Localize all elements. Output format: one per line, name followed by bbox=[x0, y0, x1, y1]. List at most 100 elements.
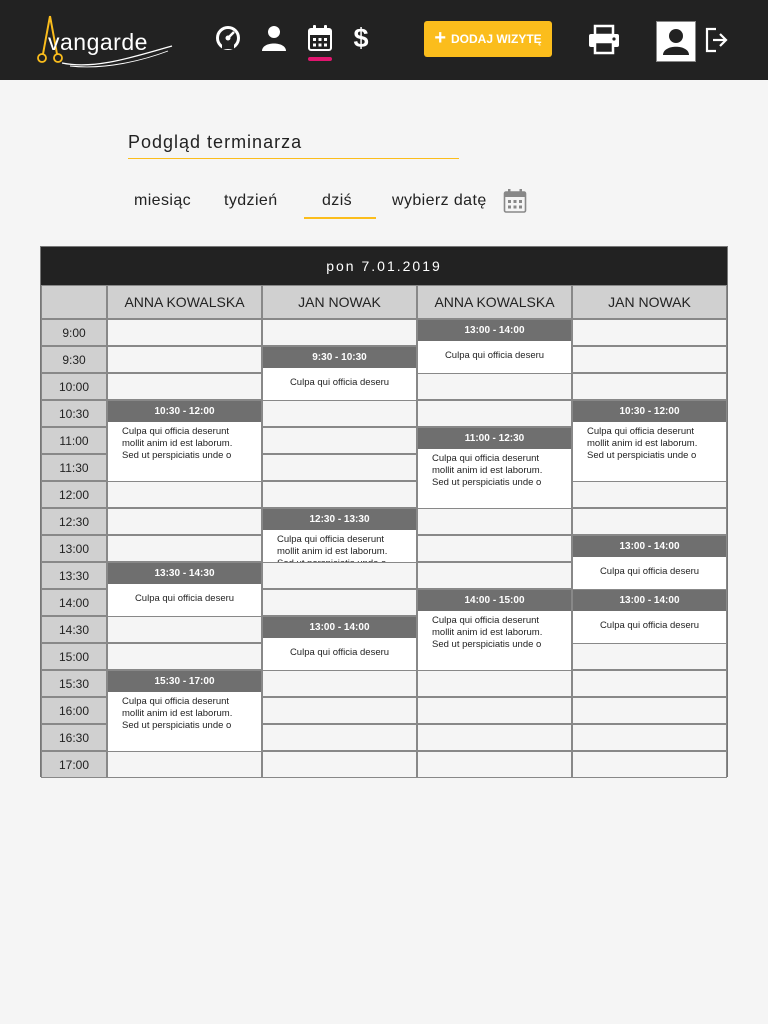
print-button[interactable] bbox=[587, 24, 621, 56]
time-slot[interactable] bbox=[572, 697, 727, 724]
time-slot[interactable] bbox=[262, 562, 417, 589]
appointment-description: Culpa qui officia deseru bbox=[108, 584, 261, 605]
appointment-description-line: mollit anim id est laborum. bbox=[432, 465, 543, 476]
time-slot[interactable] bbox=[107, 346, 262, 373]
appointment-description: Culpa qui officia deserunt mollit anim id… bbox=[108, 692, 261, 732]
appointment-description-line: mollit anim id est laborum. bbox=[277, 546, 388, 557]
appointment-description-line: mollit anim id est laborum. bbox=[122, 438, 233, 449]
printer-icon bbox=[589, 24, 619, 55]
time-label: 12:30 bbox=[41, 508, 107, 535]
appointment-time: 13:00 - 14:00 bbox=[573, 590, 726, 611]
time-slot[interactable] bbox=[417, 751, 572, 778]
appointment-card[interactable]: 12:30 - 13:30 Culpa qui officia deserunt m… bbox=[262, 508, 417, 563]
user-avatar-icon bbox=[663, 29, 689, 55]
user-avatar[interactable] bbox=[656, 21, 696, 62]
appointment-description-line: mollit anim id est laborum. bbox=[432, 627, 543, 638]
time-slot[interactable] bbox=[107, 751, 262, 778]
logout-icon bbox=[705, 27, 728, 53]
time-slot[interactable] bbox=[262, 589, 417, 616]
top-bar: vangarde $ + DODAJ WIZYTĘ bbox=[0, 0, 768, 80]
logout-button[interactable] bbox=[704, 26, 730, 54]
appointment-card[interactable]: 10:30 - 12:00 Culpa qui officia deserunt m… bbox=[107, 400, 262, 482]
time-slot[interactable] bbox=[262, 481, 417, 508]
time-label: 15:30 bbox=[41, 670, 107, 697]
time-slot[interactable] bbox=[572, 643, 727, 670]
appointment-description-line: Culpa qui officia deserunt bbox=[587, 426, 695, 437]
time-slot[interactable] bbox=[107, 508, 262, 535]
time-slot[interactable] bbox=[417, 400, 572, 427]
time-slot[interactable] bbox=[417, 373, 572, 400]
time-slot[interactable] bbox=[572, 751, 727, 778]
view-today-link[interactable]: dziś bbox=[322, 192, 352, 210]
time-slot[interactable] bbox=[262, 670, 417, 697]
add-visit-label: DODAJ WIZYTĘ bbox=[451, 32, 542, 46]
appointment-card[interactable]: 13:00 - 14:00 Culpa qui officia deseru bbox=[417, 319, 572, 374]
appointment-card[interactable]: 13:30 - 14:30 Culpa qui officia deseru bbox=[107, 562, 262, 617]
appointment-card[interactable]: 11:00 - 12:30 Culpa qui officia deserunt m… bbox=[417, 427, 572, 509]
time-slot[interactable] bbox=[262, 751, 417, 778]
time-slot[interactable] bbox=[107, 373, 262, 400]
date-picker-button[interactable] bbox=[503, 188, 527, 214]
time-slot[interactable] bbox=[107, 535, 262, 562]
appointment-card[interactable]: 14:00 - 15:00 Culpa qui officia deserunt m… bbox=[417, 589, 572, 671]
appointment-card[interactable]: 13:00 - 14:00 Culpa qui officia deseru bbox=[572, 589, 727, 644]
staff-column-header: JAN NOWAK bbox=[572, 285, 727, 319]
dashboard-nav-button[interactable] bbox=[214, 24, 242, 54]
time-slot[interactable] bbox=[417, 535, 572, 562]
time-slot[interactable] bbox=[262, 400, 417, 427]
appointment-description: Culpa qui officia deseru bbox=[263, 638, 416, 659]
appointment-description-line: Sed ut perspiciatis unde o bbox=[587, 450, 697, 461]
time-slot[interactable] bbox=[572, 481, 727, 508]
view-pick-date-link[interactable]: wybierz datę bbox=[392, 192, 487, 210]
appointment-time: 11:00 - 12:30 bbox=[418, 428, 571, 449]
appointment-description-line: Culpa qui officia deseru bbox=[599, 620, 700, 631]
time-label: 10:00 bbox=[41, 373, 107, 400]
calendar-icon bbox=[308, 25, 332, 51]
time-slot[interactable] bbox=[417, 724, 572, 751]
time-slot[interactable] bbox=[107, 616, 262, 643]
time-slot[interactable] bbox=[417, 562, 572, 589]
finance-nav-button[interactable]: $ bbox=[347, 24, 375, 54]
time-slot[interactable] bbox=[262, 724, 417, 751]
appointment-description: Culpa qui officia deseru bbox=[418, 341, 571, 362]
time-slot[interactable] bbox=[107, 643, 262, 670]
corner-header-cell bbox=[41, 285, 107, 319]
appointment-time: 10:30 - 12:00 bbox=[573, 401, 726, 422]
time-slot[interactable] bbox=[572, 508, 727, 535]
time-slot[interactable] bbox=[107, 481, 262, 508]
view-month-link[interactable]: miesiąc bbox=[134, 192, 191, 210]
time-slot[interactable] bbox=[572, 319, 727, 346]
appointment-card[interactable]: 9:30 - 10:30 Culpa qui officia deseru bbox=[262, 346, 417, 401]
appointment-card[interactable]: 15:30 - 17:00 Culpa qui officia deserunt m… bbox=[107, 670, 262, 752]
time-slot[interactable] bbox=[572, 346, 727, 373]
time-slot[interactable] bbox=[417, 508, 572, 535]
time-label: 12:00 bbox=[41, 481, 107, 508]
time-slot[interactable] bbox=[572, 724, 727, 751]
time-slot[interactable] bbox=[262, 454, 417, 481]
staff-column-header: ANNA KOWALSKA bbox=[107, 285, 262, 319]
appointment-card[interactable]: 10:30 - 12:00 Culpa qui officia deserunt m… bbox=[572, 400, 727, 482]
appointment-description-line: Sed ut perspiciatis unde o bbox=[432, 477, 542, 488]
time-slot[interactable] bbox=[572, 373, 727, 400]
time-label: 9:30 bbox=[41, 346, 107, 373]
appointment-description: Culpa qui officia deserunt mollit anim id… bbox=[418, 449, 571, 489]
appointment-card[interactable]: 13:00 - 14:00 Culpa qui officia deseru bbox=[572, 535, 727, 590]
calendar-nav-button[interactable] bbox=[306, 24, 334, 54]
view-week-link[interactable]: tydzień bbox=[224, 192, 278, 210]
speedometer-icon bbox=[216, 26, 240, 50]
time-slot[interactable] bbox=[417, 697, 572, 724]
appointment-card[interactable]: 13:00 - 14:00 Culpa qui officia deseru bbox=[262, 616, 417, 671]
time-label: 13:30 bbox=[41, 562, 107, 589]
time-slot[interactable] bbox=[417, 670, 572, 697]
clients-nav-button[interactable] bbox=[260, 24, 288, 54]
time-slot[interactable] bbox=[107, 319, 262, 346]
time-slot[interactable] bbox=[262, 319, 417, 346]
time-slot[interactable] bbox=[262, 697, 417, 724]
time-slot[interactable] bbox=[262, 427, 417, 454]
time-label: 15:00 bbox=[41, 643, 107, 670]
time-label: 9:00 bbox=[41, 319, 107, 346]
time-slot[interactable] bbox=[572, 670, 727, 697]
app-logo[interactable]: vangarde bbox=[36, 12, 176, 70]
appointment-description-line: Culpa qui officia deserunt bbox=[277, 534, 385, 545]
add-visit-button[interactable]: + DODAJ WIZYTĘ bbox=[424, 21, 552, 57]
